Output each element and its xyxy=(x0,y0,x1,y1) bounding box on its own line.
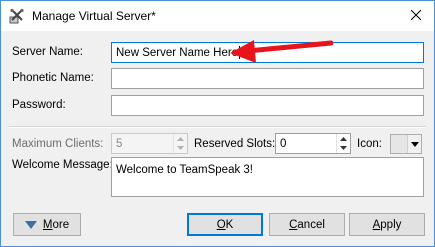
icon-selector[interactable] xyxy=(390,134,422,154)
close-button[interactable] xyxy=(406,6,426,26)
apply-button-label: Apply xyxy=(372,218,402,231)
close-icon xyxy=(410,9,422,23)
more-button-label: More xyxy=(42,218,70,231)
welcome-message-input[interactable]: Welcome to TeamSpeak 3! xyxy=(111,157,424,197)
ok-button[interactable]: OK xyxy=(187,213,263,236)
server-name-input[interactable]: New Server Name Here xyxy=(111,42,424,63)
welcome-message-value: Welcome to TeamSpeak 3! xyxy=(116,164,254,176)
apply-button[interactable]: Apply xyxy=(349,213,425,236)
more-button[interactable]: More xyxy=(13,213,81,236)
ok-button-label: OK xyxy=(216,218,234,231)
max-clients-spinbox[interactable]: 5 xyxy=(111,133,188,154)
separator xyxy=(9,126,426,128)
reserved-slots-spinbox[interactable]: 0 xyxy=(275,133,351,154)
title-bar[interactable]: Manage Virtual Server* xyxy=(1,1,434,31)
spin-down-icon[interactable] xyxy=(174,144,187,154)
window-title: Manage Virtual Server* xyxy=(32,9,156,23)
chevron-down-icon[interactable] xyxy=(407,135,421,153)
max-clients-spin-buttons[interactable] xyxy=(173,134,187,153)
cancel-button[interactable]: Cancel xyxy=(269,213,345,236)
reserved-slots-value: 0 xyxy=(280,137,287,150)
manage-virtual-server-dialog: Manage Virtual Server* Server Name: New … xyxy=(0,0,435,247)
spin-down-icon[interactable] xyxy=(337,144,350,154)
icon-label: Icon: xyxy=(357,138,382,150)
welcome-message-label: Welcome Message: xyxy=(12,159,113,171)
icon-preview xyxy=(391,135,407,153)
phonetic-name-label: Phonetic Name: xyxy=(12,72,94,84)
server-name-label: Server Name: xyxy=(12,46,83,58)
cancel-button-label: Cancel xyxy=(289,218,325,231)
password-label: Password: xyxy=(12,99,66,111)
spin-up-icon[interactable] xyxy=(337,134,350,144)
password-input[interactable] xyxy=(111,95,424,116)
dialog-body: Server Name: New Server Name Here Phonet… xyxy=(1,31,434,246)
reserved-slots-label: Reserved Slots: xyxy=(194,138,276,150)
server-tools-icon xyxy=(9,8,25,24)
server-name-value: New Server Name Here xyxy=(116,46,239,59)
reserved-slots-spin-buttons[interactable] xyxy=(336,134,350,153)
expand-triangle-icon xyxy=(24,220,37,229)
max-clients-value: 5 xyxy=(116,137,123,150)
spin-up-icon[interactable] xyxy=(174,134,187,144)
phonetic-name-input[interactable] xyxy=(111,68,424,89)
max-clients-label: Maximum Clients: xyxy=(12,138,104,150)
text-caret xyxy=(239,46,241,59)
